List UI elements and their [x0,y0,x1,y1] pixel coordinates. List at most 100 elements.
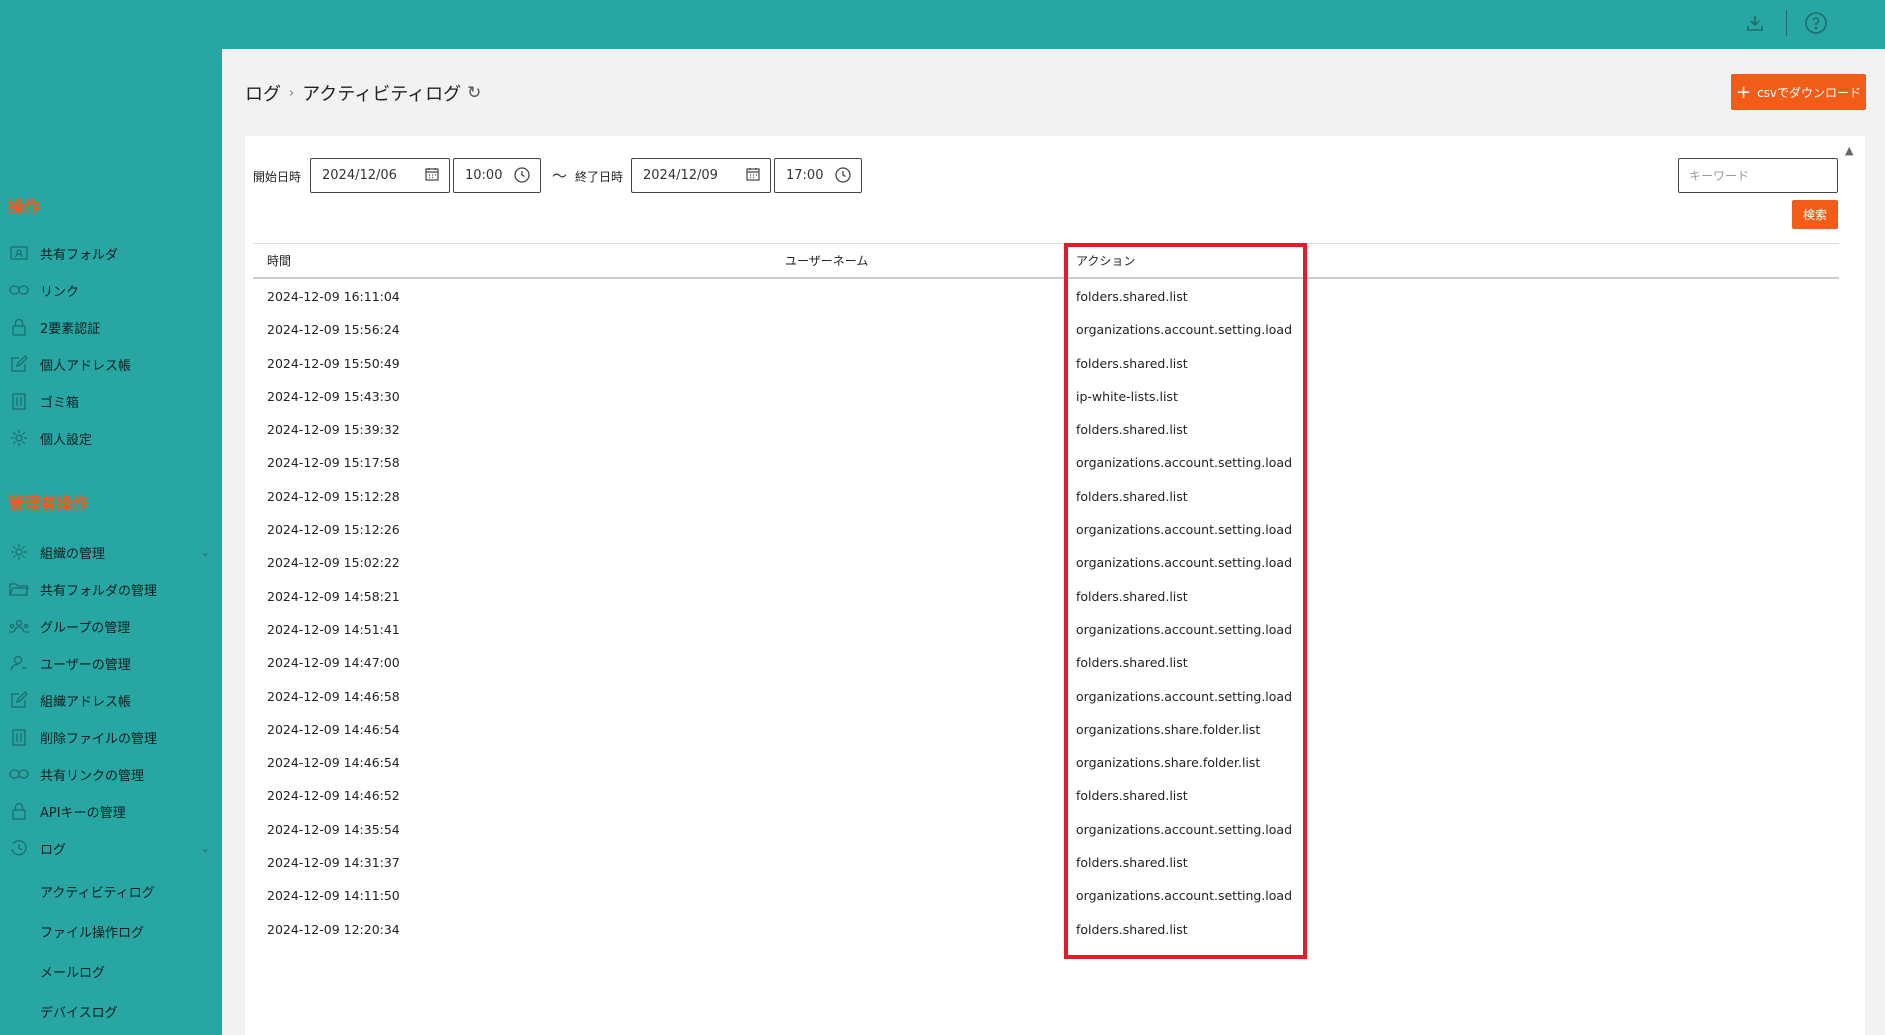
cell-time: 2024-12-09 15:12:26 [267,522,400,538]
sidebar-item-shared-link-management[interactable]: 共有リンクの管理 [8,760,218,788]
table-row: 2024-12-09 14:47:00 folders.shared.list [253,647,1839,680]
sidebar-item-api-key-management[interactable]: APIキーの管理 [8,797,218,825]
sidebar-item-label: ゴミ箱 [40,395,80,411]
sidebar-item-personal-address-book[interactable]: 個人アドレス帳 [8,350,218,378]
sidebar-subitem-mail-log[interactable]: メールログ [40,958,105,984]
cell-action: folders.shared.list [1076,422,1188,438]
cell-action: folders.shared.list [1076,488,1188,504]
end-time-field[interactable]: 17:00 [774,158,862,193]
breadcrumb: ログ › アクティビティログ ↻ [245,80,481,106]
cell-action: organizations.account.setting.load [1076,455,1293,471]
cell-time: 2024-12-09 15:02:22 [267,555,400,571]
end-date-field[interactable]: 2024/12/09 [631,158,771,193]
sidebar-item-personal-settings[interactable]: 個人設定 [8,424,218,452]
keyword-input[interactable] [1678,158,1838,193]
top-bar [0,0,1885,49]
sidebar-item-log[interactable]: ログ ⌄ [8,834,218,862]
refresh-icon[interactable]: ↻ [467,83,481,103]
cell-time: 2024-12-09 15:50:49 [267,355,400,371]
cell-action: organizations.share.folder.list [1076,721,1261,737]
start-date-value: 2024/12/06 [322,168,397,183]
calendar-icon [746,167,760,185]
sidebar-subitem-file-operation-log[interactable]: ファイル操作ログ [40,918,144,944]
sidebar-item-2fa[interactable]: 2要素認証 [8,313,218,341]
cell-time: 2024-12-09 15:12:28 [267,488,400,504]
cell-action: folders.shared.list [1076,921,1188,937]
cell-action: organizations.account.setting.load [1076,522,1293,538]
sidebar-item-shared-folder[interactable]: 共有フォルダ [8,239,218,267]
help-circle-icon[interactable] [1803,10,1829,36]
chevron-down-icon[interactable]: ⌄ [201,546,210,559]
sidebar-item-deleted-files[interactable]: 削除ファイルの管理 [8,723,218,751]
gear-icon [8,429,30,447]
csv-download-button[interactable]: + csvでダウンロード [1731,74,1866,110]
sidebar-subitem-activity-log[interactable]: アクティビティログ [40,878,155,904]
user-icon [8,654,30,672]
sidebar-item-shared-folder-management[interactable]: 共有フォルダの管理 [8,575,218,603]
sidebar-section-ops: 操作 [8,197,41,216]
cell-time: 2024-12-09 12:20:34 [267,921,400,937]
cell-action: folders.shared.list [1076,355,1188,371]
breadcrumb-root[interactable]: ログ [245,80,281,106]
column-header-time[interactable]: 時間 [267,252,291,269]
sidebar-item-user-management[interactable]: ユーザーの管理 [8,649,218,677]
sidebar-item-label: 削除ファイルの管理 [40,731,158,747]
csv-download-label: csvでダウンロード [1757,85,1862,100]
cell-time: 2024-12-09 15:43:30 [267,388,400,404]
sidebar-item-label: 共有フォルダの管理 [40,583,158,599]
sidebar-subitem-device-log[interactable]: デバイスログ [40,998,118,1024]
search-button[interactable]: 検索 [1792,200,1838,229]
end-datetime-label: 終了日時 [575,170,624,184]
gear-icon [8,543,30,561]
sidebar-item-label: 組織アドレス帳 [40,694,132,710]
start-date-field[interactable]: 2024/12/06 [310,158,450,193]
shared-folder-icon [8,244,30,262]
scroll-up-icon[interactable]: ▲ [1845,144,1853,157]
table-row: 2024-12-09 14:46:52 folders.shared.list [253,780,1839,813]
cell-time: 2024-12-09 15:17:58 [267,455,400,471]
cell-action: folders.shared.list [1076,588,1188,604]
trash-icon [8,728,30,746]
cell-action: organizations.account.setting.load [1076,688,1293,704]
cell-action: organizations.account.setting.load [1076,621,1293,637]
sidebar-item-label: 個人アドレス帳 [40,358,132,374]
cell-time: 2024-12-09 14:46:54 [267,721,400,737]
sidebar-item-label: 2要素認証 [40,321,101,337]
cell-time: 2024-12-09 14:46:58 [267,688,400,704]
clock-icon [514,167,530,187]
table-row: 2024-12-09 14:46:54 organizations.share.f… [253,747,1839,780]
table-row: 2024-12-09 15:39:32 folders.shared.list [253,414,1839,447]
cell-time: 2024-12-09 14:35:54 [267,821,400,837]
table-row: 2024-12-09 15:17:58 organizations.account… [253,447,1839,480]
sidebar-item-org-management[interactable]: 組織の管理 ⌄ [8,538,218,566]
range-separator: 〜 [552,167,568,185]
link-icon [8,281,30,299]
start-time-field[interactable]: 10:00 [453,158,541,193]
table-row: 2024-12-09 12:20:34 folders.shared.list [253,914,1839,947]
table-row: 2024-12-09 15:43:30 ip-white-lists.list [253,381,1839,414]
cell-time: 2024-12-09 14:46:52 [267,788,400,804]
table-row: 2024-12-09 14:35:54 organizations.account… [253,814,1839,847]
sidebar-item-org-address-book[interactable]: 組織アドレス帳 [8,686,218,714]
chevron-down-icon[interactable]: ⌄ [201,842,210,855]
end-time-value: 17:00 [786,168,824,183]
sidebar-item-label: APIキーの管理 [40,805,126,821]
trash-icon [8,392,30,410]
breadcrumb-separator-icon: › [289,85,295,101]
sidebar-item-trash[interactable]: ゴミ箱 [8,387,218,415]
table-row: 2024-12-09 16:11:04 folders.shared.list [253,281,1839,314]
sidebar-section-admin: 管理者操作 [8,494,89,513]
table-row: 2024-12-09 15:12:26 organizations.account… [253,514,1839,547]
sidebar-item-link[interactable]: リンク [8,276,218,304]
sidebar-item-label: 組織の管理 [40,546,106,562]
sidebar-item-label: 共有フォルダ [40,247,119,263]
column-header-action[interactable]: アクション [1076,252,1135,269]
cell-action: organizations.account.setting.load [1076,888,1293,904]
cell-time: 2024-12-09 14:46:54 [267,755,400,771]
lock-icon [8,318,30,336]
sidebar-item-group-management[interactable]: グループの管理 [8,612,218,640]
cell-action: folders.shared.list [1076,655,1188,671]
cell-action: organizations.account.setting.load [1076,821,1293,837]
column-header-username[interactable]: ユーザーネーム [785,252,868,269]
download-icon[interactable] [1742,10,1768,36]
